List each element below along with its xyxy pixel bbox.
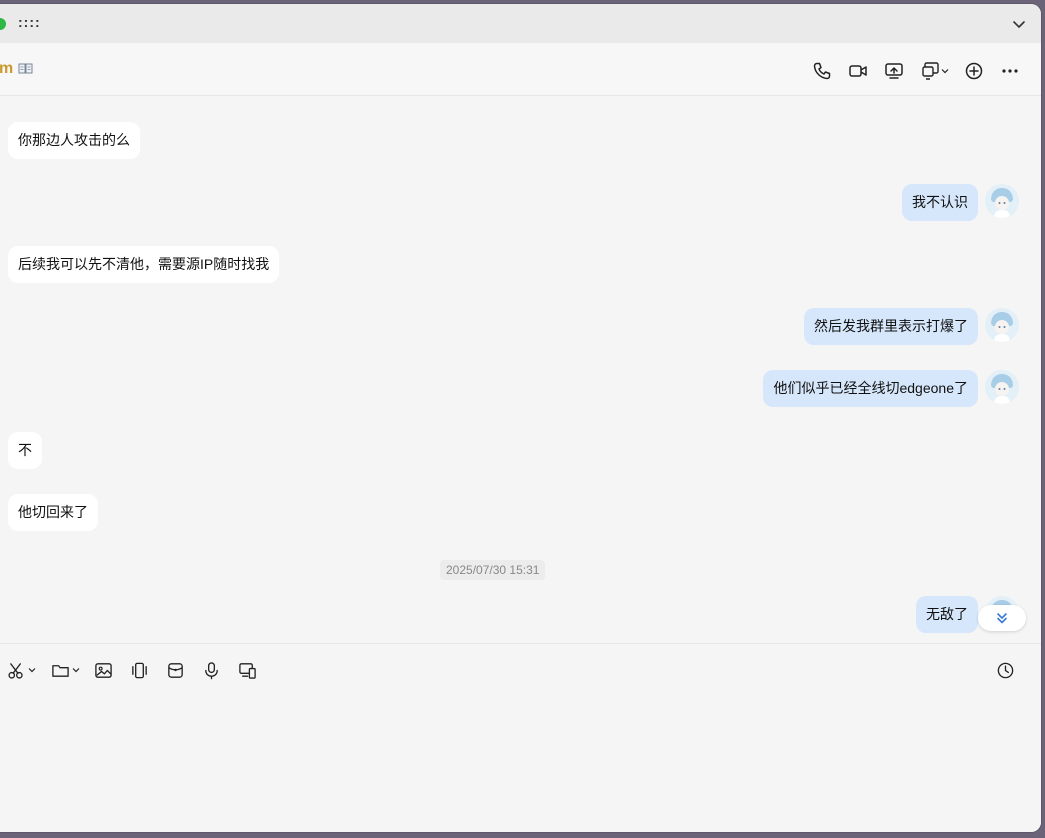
book-icon <box>18 62 33 75</box>
clock-icon <box>997 662 1014 678</box>
chat-header: m <box>0 43 1041 96</box>
scroll-to-bottom-button[interactable] <box>978 605 1026 631</box>
message-bubble-outgoing[interactable]: 我不认识 <box>902 184 978 221</box>
message-bubble-incoming[interactable]: 后续我可以先不清他，需要源IP随时找我 <box>8 246 280 283</box>
red-packet-icon <box>168 662 183 678</box>
message-bubble-incoming[interactable]: 不 <box>8 432 42 469</box>
image-tool[interactable] <box>94 659 113 681</box>
screenshot-tool[interactable] <box>7 659 36 681</box>
message-list[interactable]: 你那边人攻击的么 我不认识 后续我可以先不清他，需要源IP随时找我 然后发我群里… <box>0 96 1041 642</box>
microphone-icon <box>205 661 218 679</box>
more-icon[interactable] <box>999 60 1021 82</box>
file-tool[interactable] <box>51 659 80 681</box>
vibrate-icon <box>132 662 147 678</box>
image-icon <box>95 662 112 678</box>
screen-share-icon[interactable] <box>883 60 905 82</box>
drag-handle[interactable]: :::: <box>18 14 41 30</box>
scissors-icon <box>8 662 23 679</box>
add-member-icon[interactable] <box>963 60 985 82</box>
voice-tool[interactable] <box>202 659 221 681</box>
chat-window: :::: m 你那边人攻击的么 我不认识 后续我可以先不清他，需要源IP随时找我… <box>0 4 1041 832</box>
message-bubble-incoming[interactable]: 你那边人攻击的么 <box>8 122 140 159</box>
screen-icon <box>239 662 256 679</box>
message-bubble-outgoing[interactable]: 无敌了 <box>916 596 978 633</box>
composer <box>0 643 1041 832</box>
phone-icon[interactable] <box>811 60 833 82</box>
message-timestamp: 2025/07/30 15:31 <box>440 560 546 580</box>
avatar[interactable] <box>985 370 1019 404</box>
shake-tool[interactable] <box>130 659 149 681</box>
zoom-window-button[interactable] <box>0 18 6 30</box>
red-packet-tool[interactable] <box>166 659 185 681</box>
chevron-down-icon[interactable] <box>1011 16 1027 32</box>
message-bubble-outgoing[interactable]: 然后发我群里表示打爆了 <box>804 308 978 345</box>
screen-tool[interactable] <box>238 659 257 681</box>
message-bubble-incoming[interactable]: 他切回来了 <box>8 494 98 531</box>
remote-desktop-icon[interactable] <box>920 60 950 82</box>
folder-icon <box>52 664 69 677</box>
video-call-icon[interactable] <box>847 60 869 82</box>
chat-title[interactable]: m <box>0 60 13 78</box>
message-bubble-outgoing[interactable]: 他们似乎已经全线切edgeone了 <box>763 370 978 407</box>
title-bar[interactable]: :::: <box>0 4 1041 43</box>
double-chevron-down-icon <box>997 613 1007 624</box>
message-input[interactable] <box>0 694 1021 822</box>
avatar[interactable] <box>985 308 1019 342</box>
history-button[interactable] <box>996 659 1015 681</box>
avatar[interactable] <box>985 184 1019 218</box>
